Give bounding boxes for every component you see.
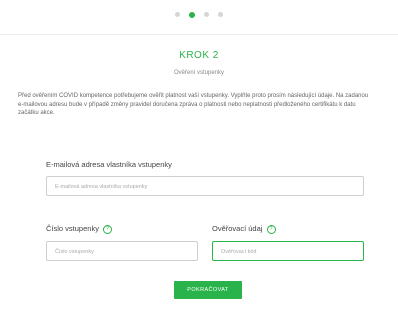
verification-label-text: Ověřovací údaj	[212, 224, 263, 233]
verification-code-field[interactable]: Ověřovací kód	[212, 241, 364, 261]
ticket-number-label: Číslo vstupenky ?	[46, 224, 113, 234]
stepper-bar	[0, 0, 398, 36]
step-dot-4	[218, 12, 223, 17]
step-subtitle: Ověření vstupenky	[173, 70, 225, 76]
help-icon[interactable]: ?	[103, 224, 113, 234]
verification-label: Ověřovací údaj ?	[212, 224, 276, 234]
step-indicator	[0, 11, 398, 18]
step-dot-1	[175, 12, 180, 17]
intro-text: Před ověřením COVID kompetence potřebuje…	[18, 93, 369, 116]
ticket-number-label-text: Číslo vstupenky	[46, 224, 99, 233]
step-dot-3	[204, 12, 209, 17]
email-placeholder: E-mailová adresa vlastníka vstupenky	[55, 184, 148, 190]
verification-code-placeholder: Ověřovací kód	[221, 249, 257, 255]
email-label: E-mailová adresa vlastníka vstupenky	[46, 160, 172, 169]
continue-button[interactable]: POKRAČOVAT	[174, 281, 242, 299]
ticket-number-placeholder: Číslo vstupenky	[55, 249, 94, 255]
step-dot-2-active	[189, 11, 195, 18]
step-title: KROK 2	[179, 50, 219, 61]
help-icon[interactable]: ?	[266, 224, 276, 234]
header-divider	[0, 34, 398, 35]
ticket-number-field[interactable]: Číslo vstupenky	[46, 241, 198, 261]
email-field[interactable]: E-mailová adresa vlastníka vstupenky	[46, 176, 364, 196]
